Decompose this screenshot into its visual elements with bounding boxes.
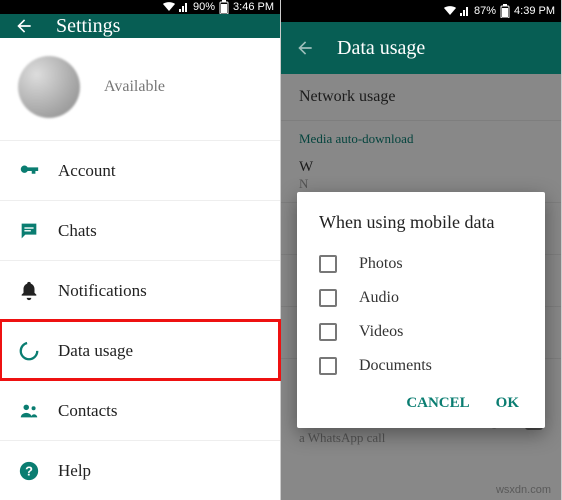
data-usage-content: Network usage Media auto-download W N W … <box>281 74 561 500</box>
clock-time: 3:46 PM <box>233 1 274 13</box>
watermark: wsxdn.com <box>496 484 551 496</box>
option-label: Videos <box>359 323 403 341</box>
dialog-actions: CANCEL OK <box>319 383 523 418</box>
app-bar: Settings <box>0 14 280 38</box>
help-icon: ? <box>18 460 58 482</box>
option-label: Photos <box>359 255 403 273</box>
checkbox-icon[interactable] <box>319 289 337 307</box>
signal-icon <box>179 2 189 12</box>
app-bar: Data usage <box>281 22 561 74</box>
menu-item-account[interactable]: Account <box>0 140 280 200</box>
option-label: Audio <box>359 289 399 307</box>
checkbox-icon[interactable] <box>319 323 337 341</box>
menu-item-chats[interactable]: Chats <box>0 200 280 260</box>
menu-label: Help <box>58 461 91 481</box>
profile-row[interactable]: Available <box>0 38 280 140</box>
option-label: Documents <box>359 357 432 375</box>
wifi-icon <box>163 2 175 12</box>
back-arrow-icon[interactable] <box>295 38 315 58</box>
menu-label: Account <box>58 161 116 181</box>
dialog-option-photos[interactable]: Photos <box>319 247 523 281</box>
dialog-option-documents[interactable]: Documents <box>319 349 523 383</box>
menu-item-data-usage[interactable]: Data usage <box>0 320 280 380</box>
wifi-icon <box>444 6 456 16</box>
battery-percent: 87% <box>474 5 496 17</box>
profile-status: Available <box>104 78 165 96</box>
menu-item-notifications[interactable]: Notifications <box>0 260 280 320</box>
mobile-data-dialog: When using mobile data Photos Audio Vide… <box>297 192 545 428</box>
bell-icon <box>18 280 58 302</box>
contacts-icon <box>18 400 58 422</box>
clock-time: 4:39 PM <box>514 5 555 17</box>
back-arrow-icon[interactable] <box>14 16 34 36</box>
status-bar: 87% 4:39 PM <box>281 0 561 22</box>
phone-right-datausage: 87% 4:39 PM Data usage Network usage Med… <box>281 0 562 500</box>
dialog-title: When using mobile data <box>319 212 523 233</box>
menu-item-contacts[interactable]: Contacts <box>0 380 280 440</box>
data-icon <box>18 340 58 362</box>
signal-icon <box>460 6 470 16</box>
chat-icon <box>18 220 58 242</box>
checkbox-icon[interactable] <box>319 255 337 273</box>
avatar <box>18 56 80 118</box>
menu-label: Contacts <box>58 401 118 421</box>
key-icon <box>18 160 58 182</box>
dialog-option-videos[interactable]: Videos <box>319 315 523 349</box>
battery-icon <box>500 4 510 18</box>
menu-label: Notifications <box>58 281 147 301</box>
battery-percent: 90% <box>193 1 215 13</box>
page-title: Settings <box>56 15 120 38</box>
ok-button[interactable]: OK <box>496 395 519 412</box>
menu-item-help[interactable]: ? Help <box>0 440 280 500</box>
menu-label: Data usage <box>58 341 133 361</box>
page-title: Data usage <box>337 37 425 60</box>
checkbox-icon[interactable] <box>319 357 337 375</box>
status-bar: 90% 3:46 PM <box>0 0 280 14</box>
menu-label: Chats <box>58 221 97 241</box>
phone-left-settings: 90% 3:46 PM Settings Available Account C… <box>0 0 281 500</box>
dialog-option-audio[interactable]: Audio <box>319 281 523 315</box>
settings-menu: Account Chats Notifications Data usage C… <box>0 140 280 500</box>
cancel-button[interactable]: CANCEL <box>406 395 469 412</box>
svg-text:?: ? <box>25 463 33 478</box>
battery-icon <box>219 0 229 14</box>
